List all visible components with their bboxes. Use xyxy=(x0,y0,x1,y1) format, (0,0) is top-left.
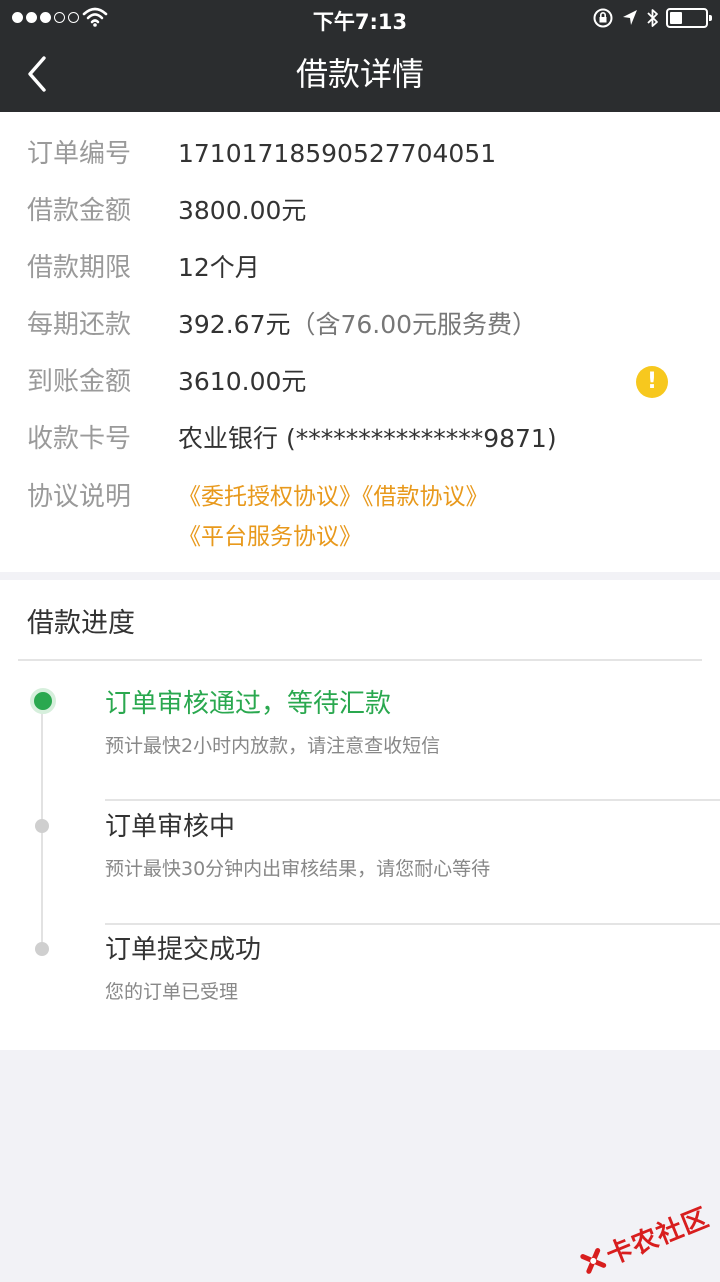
page-title: 借款详情 xyxy=(295,55,424,93)
detail-row-order-number: 订单编号 171017185905277040​51 xyxy=(0,134,720,174)
status-right-icons xyxy=(592,6,712,30)
step-dot-active xyxy=(30,688,56,714)
top-bar: 下午7:13 借款详情 xyxy=(0,0,720,112)
detail-label: 收款卡号 xyxy=(27,424,132,454)
divider xyxy=(18,659,702,661)
detail-value: 12个月 xyxy=(178,253,260,282)
step-dot xyxy=(35,819,49,833)
step-description: 预计最快30分钟内出审核结果，请您耐心等待 xyxy=(105,858,491,880)
step-title: 订单审核中 xyxy=(105,812,236,842)
detail-value: 171017185905277040​51 xyxy=(178,139,497,168)
step-description: 预计最快2小时内放款，请注意查收短信 xyxy=(105,735,441,757)
detail-row-loan-amount: 借款金额 3800.00元 xyxy=(0,191,720,231)
location-arrow-icon xyxy=(623,10,637,25)
divider xyxy=(105,799,720,801)
detail-label: 到账金额 xyxy=(27,367,132,397)
link-loan-agreement[interactable]: 《借款协议》 xyxy=(362,484,489,510)
detail-label: 借款金额 xyxy=(27,196,132,226)
detail-row-installment: 每期还款 392.67元（含76.00元服务费） xyxy=(0,305,720,345)
detail-label: 借款期限 xyxy=(27,253,132,283)
watermark: 卡农社区 xyxy=(576,1197,714,1282)
detail-row-loan-term: 借款期限 12个月 xyxy=(0,248,720,288)
detail-value-wrap: 392.67元（含76.00元服务费） xyxy=(178,305,537,345)
progress-step-submitted: 订单提交成功 您的订单已受理 xyxy=(105,932,705,1006)
step-dot xyxy=(35,942,49,956)
loan-details-card: 订单编号 171017185905277040​51 借款金额 3800.00元… xyxy=(0,112,720,572)
warning-icon[interactable]: ! xyxy=(636,366,668,398)
battery-icon xyxy=(666,8,712,28)
bluetooth-icon xyxy=(647,9,658,27)
loan-progress-card: 借款进度 订单审核通过，等待汇款 预计最快2小时内放款，请注意查收短信 订单审核… xyxy=(0,580,720,1050)
detail-row-bank-card: 收款卡号 农业银行 (***************9871) xyxy=(0,419,720,459)
navigation-bar: 借款详情 xyxy=(0,36,720,112)
watermark-logo-icon xyxy=(580,1247,606,1274)
detail-value: 3800.00元 xyxy=(178,196,307,225)
detail-value: 3610.00元 xyxy=(178,367,307,396)
agreement-links: 《委托授权协议》《借款协议》 《平台服务协议》 xyxy=(178,477,698,557)
orientation-lock-icon xyxy=(593,8,613,28)
detail-value: 农业银行 (***************9871) xyxy=(178,424,557,453)
progress-step-approved: 订单审核通过，等待汇款 预计最快2小时内放款，请注意查收短信 xyxy=(105,686,705,760)
step-title: 订单提交成功 xyxy=(105,935,262,965)
detail-row-agreements: 协议说明 《委托授权协议》《借款协议》 《平台服务协议》 xyxy=(0,477,720,561)
link-authorization-agreement[interactable]: 《委托授权协议》 xyxy=(178,484,362,510)
installment-amount: 392.67元 xyxy=(178,310,291,339)
progress-title: 借款进度 xyxy=(27,608,135,639)
detail-label: 订单编号 xyxy=(27,139,132,169)
status-bar: 下午7:13 xyxy=(0,0,720,36)
progress-step-reviewing: 订单审核中 预计最快30分钟内出审核结果，请您耐心等待 xyxy=(105,809,705,883)
detail-label: 协议说明 xyxy=(27,482,132,512)
divider xyxy=(105,923,720,925)
detail-row-received-amount: 到账金额 3610.00元 ! xyxy=(0,362,720,402)
step-title: 订单审核通过，等待汇款 xyxy=(105,689,392,719)
watermark-text: 卡农社区 xyxy=(602,1202,714,1272)
step-description: 您的订单已受理 xyxy=(105,981,239,1003)
installment-service-fee: （含76.00元服务费） xyxy=(290,310,538,339)
detail-label: 每期还款 xyxy=(27,310,132,340)
link-platform-service-agreement[interactable]: 《平台服务协议》 xyxy=(178,524,362,550)
